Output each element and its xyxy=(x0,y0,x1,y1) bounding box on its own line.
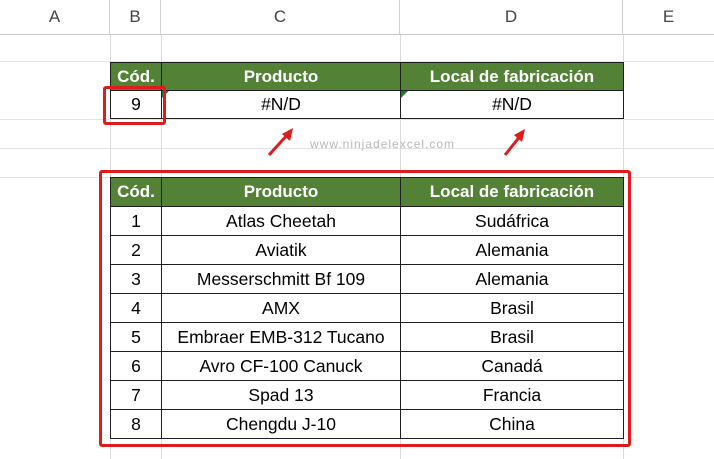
watermark: www.ninjadelexcel.com xyxy=(310,137,456,151)
error-indicator-icon[interactable] xyxy=(401,91,408,98)
column-header-bar: A B C D E xyxy=(0,0,714,35)
lookup-location-cell[interactable]: #N/D xyxy=(400,90,624,119)
lookup-product-cell[interactable]: #N/D xyxy=(161,90,401,119)
arrow-icon xyxy=(503,129,525,156)
column-header-e[interactable]: E xyxy=(623,0,714,34)
code-highlight-box xyxy=(103,86,166,125)
lookup-header-product[interactable]: Producto xyxy=(161,62,401,91)
arrow-icon xyxy=(267,128,293,157)
column-header-c[interactable]: C xyxy=(161,0,400,34)
table-highlight-box xyxy=(99,170,631,447)
lookup-table: Cód. Producto Local de fabricación 9 #N/… xyxy=(110,62,624,119)
column-header-b[interactable]: B xyxy=(110,0,161,34)
lookup-header-location[interactable]: Local de fabricación xyxy=(400,62,624,91)
column-header-a[interactable]: A xyxy=(0,0,110,34)
column-header-d[interactable]: D xyxy=(400,0,623,34)
